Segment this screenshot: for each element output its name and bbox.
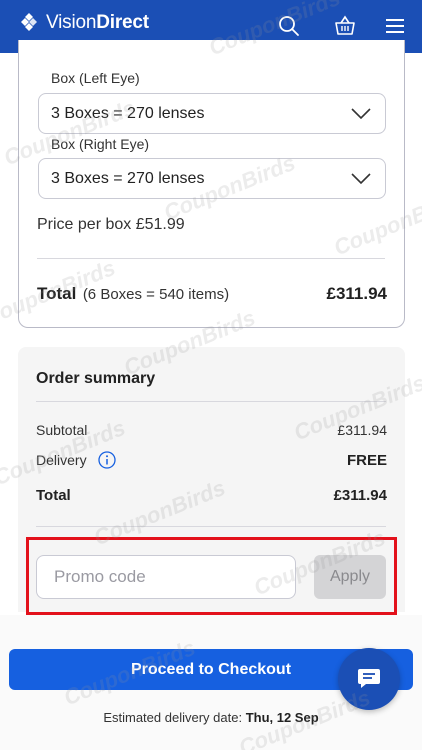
product-options-card: Box (Left Eye) 3 Boxes = 270 lenses Box … <box>18 40 405 328</box>
product-total-row: Total (6 Boxes = 540 items) £311.94 <box>37 284 387 304</box>
delivery-label: Delivery <box>36 452 87 468</box>
total-price: £311.94 <box>326 284 387 303</box>
subtotal-value: £311.94 <box>337 422 387 438</box>
left-eye-label: Box (Left Eye) <box>51 70 140 86</box>
price-per-box: Price per box £51.99 <box>37 216 185 233</box>
logo-mark-icon <box>21 13 37 31</box>
info-icon[interactable] <box>98 451 117 469</box>
left-eye-value: 3 Boxes = 270 lenses <box>51 105 205 122</box>
chevron-down-icon <box>351 173 371 185</box>
left-eye-select[interactable]: 3 Boxes = 270 lenses <box>38 93 386 134</box>
promo-code-input[interactable] <box>36 555 296 599</box>
divider <box>37 258 385 259</box>
basket-icon[interactable] <box>333 14 357 38</box>
visiondirect-logo[interactable]: VisionDirect <box>18 12 149 34</box>
right-eye-value: 3 Boxes = 270 lenses <box>51 170 205 187</box>
order-summary-title: Order summary <box>36 370 156 387</box>
total-detail: (6 Boxes = 540 items) <box>82 286 230 303</box>
chat-icon <box>358 669 380 688</box>
right-eye-label: Box (Right Eye) <box>51 136 150 152</box>
right-eye-select[interactable]: 3 Boxes = 270 lenses <box>38 158 386 199</box>
chat-button[interactable] <box>338 648 400 710</box>
apply-promo-button[interactable]: Apply <box>314 555 386 599</box>
divider <box>36 526 386 527</box>
summary-total-label: Total <box>36 487 71 504</box>
menu-icon[interactable] <box>383 14 407 38</box>
summary-total-value: £311.94 <box>333 487 387 504</box>
subtotal-label: Subtotal <box>36 422 88 438</box>
estimated-delivery: Estimated delivery date: Thu, 12 Sep <box>0 710 422 725</box>
chevron-down-icon <box>351 108 371 120</box>
search-icon[interactable] <box>277 14 301 38</box>
total-label: Total <box>37 284 77 303</box>
delivery-value: FREE <box>346 452 387 469</box>
divider <box>36 401 386 402</box>
logo-text: VisionDirect <box>46 12 149 33</box>
estimated-delivery-date: Thu, 12 Sep <box>245 710 319 725</box>
delivery-row-label: Delivery <box>36 451 117 469</box>
estimated-delivery-label: Estimated delivery date: <box>103 710 243 725</box>
